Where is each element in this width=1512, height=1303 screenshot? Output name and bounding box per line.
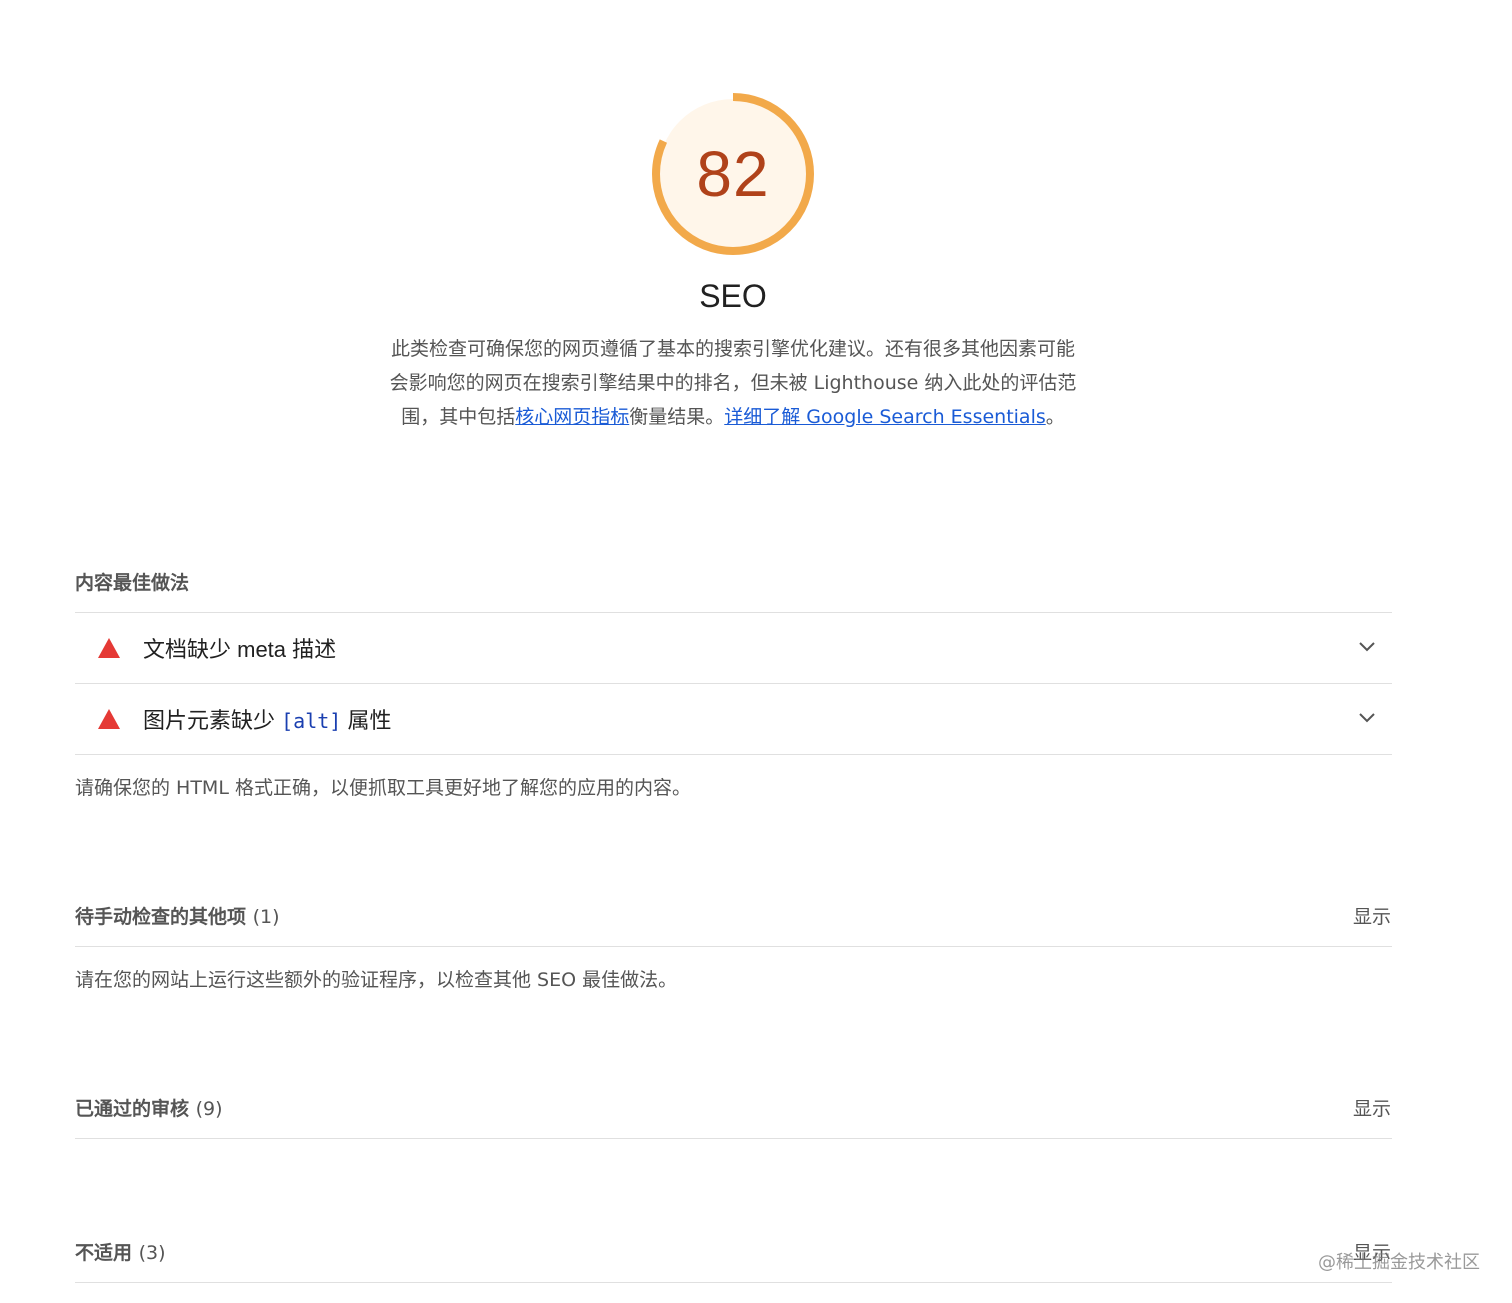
audit-row-image-alt[interactable]: 图片元素缺少 [alt] 属性 — [75, 684, 1392, 754]
audit-label-meta-description: 文档缺少 meta 描述 — [143, 637, 337, 662]
warning-triangle-icon — [98, 638, 120, 658]
score-gauge: 82 — [648, 89, 818, 259]
category-description-end: 。 — [1045, 406, 1065, 428]
watermark: @稀土掘金技术社区 — [1318, 1252, 1480, 1273]
warning-triangle-icon — [98, 709, 120, 729]
audit-label-image-alt: 图片元素缺少 [alt] 属性 — [143, 703, 391, 735]
group-count-passed: (9) — [195, 1098, 223, 1120]
group-description-manual: 请在您的网站上运行这些额外的验证程序，以检查其他 SEO 最佳做法。 — [75, 969, 678, 991]
category-description-text-2: 衡量结果。 — [629, 406, 725, 428]
group-title-passed-text: 已通过的审核 — [75, 1098, 190, 1120]
category-description: 此类检查可确保您的网页遵循了基本的搜索引擎优化建议。还有很多其他因素可能会影响您… — [388, 332, 1078, 434]
group-count-manual: (1) — [252, 906, 280, 928]
show-manual-button[interactable]: 显示 — [1353, 902, 1391, 929]
audit-label-image-alt-after: 属性 — [341, 708, 392, 733]
group-title-passed: 已通过的审核 (9) — [75, 1094, 223, 1121]
group-count-not-applicable: (3) — [138, 1242, 166, 1264]
audit-label-code: [alt] — [281, 709, 342, 733]
divider — [75, 1138, 1392, 1139]
divider — [75, 946, 1392, 947]
divider — [75, 754, 1392, 755]
category-title: SEO — [699, 278, 767, 314]
chevron-down-icon[interactable] — [1358, 711, 1376, 725]
group-title-not-applicable: 不适用 (3) — [75, 1238, 166, 1265]
group-title-content-best-practices: 内容最佳做法 — [75, 572, 190, 594]
divider — [75, 1282, 1392, 1283]
group-title-manual-text: 待手动检查的其他项 — [75, 906, 247, 928]
audit-label-image-alt-before: 图片元素缺少 — [143, 708, 282, 733]
group-description-content: 请确保您的 HTML 格式正确，以便抓取工具更好地了解您的应用的内容。 — [75, 777, 691, 799]
chevron-down-icon[interactable] — [1358, 640, 1376, 654]
audit-row-meta-description[interactable]: 文档缺少 meta 描述 — [75, 613, 1392, 683]
group-title-manual: 待手动检查的其他项 (1) — [75, 902, 280, 929]
group-title-not-applicable-text: 不适用 — [75, 1242, 133, 1264]
learn-more-link[interactable]: 详细了解 Google Search Essentials — [724, 406, 1045, 428]
core-web-vitals-link[interactable]: 核心网页指标 — [515, 406, 629, 428]
show-passed-button[interactable]: 显示 — [1353, 1094, 1391, 1121]
score-value: 82 — [696, 138, 770, 210]
